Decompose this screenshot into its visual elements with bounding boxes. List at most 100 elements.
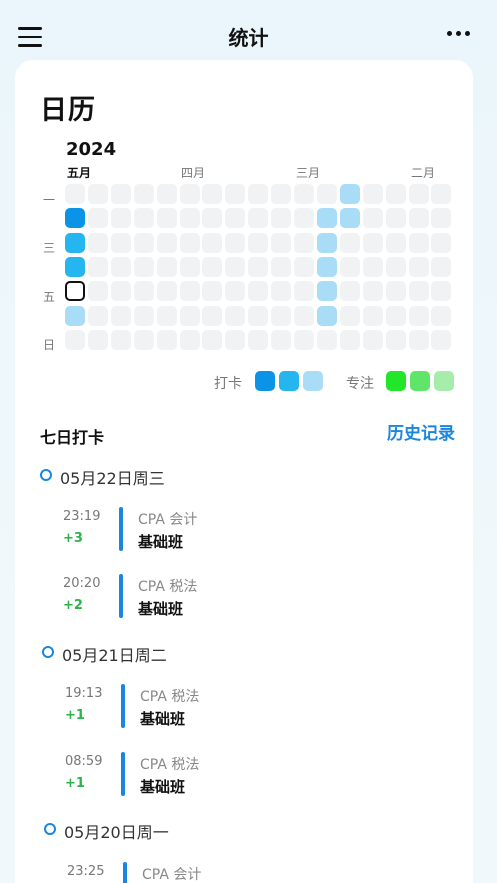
heatmap-cell[interactable] <box>202 256 223 277</box>
heatmap-cell[interactable] <box>87 281 108 302</box>
heatmap-cell[interactable] <box>294 305 314 326</box>
heatmap-cell[interactable] <box>156 184 177 204</box>
heatmap-cell[interactable] <box>294 329 314 350</box>
heatmap-cell[interactable] <box>110 329 131 350</box>
heatmap-cell[interactable] <box>110 256 131 277</box>
heatmap-cell[interactable] <box>110 305 131 326</box>
heatmap-cell[interactable] <box>385 256 406 277</box>
heatmap-cell-active[interactable] <box>316 305 337 326</box>
heatmap-cell[interactable] <box>271 281 292 302</box>
heatmap-cell[interactable] <box>87 232 108 253</box>
heatmap-cell-active[interactable] <box>316 232 337 253</box>
heatmap-cell[interactable] <box>133 305 154 326</box>
heatmap-cell[interactable] <box>385 232 406 253</box>
heatmap-cell[interactable] <box>408 232 429 253</box>
heatmap-cell[interactable] <box>87 305 108 326</box>
heatmap-cell-active[interactable] <box>65 305 85 326</box>
heatmap-cell[interactable] <box>385 281 406 302</box>
checkin-entry[interactable]: 20:20 +2 CPA 税法 基础班 <box>63 574 363 620</box>
heatmap-cell[interactable] <box>133 256 154 277</box>
heatmap-cell[interactable] <box>179 232 200 253</box>
heatmap-cell[interactable] <box>362 256 383 277</box>
heatmap-cell-active[interactable] <box>316 281 337 302</box>
heatmap-cell[interactable] <box>294 281 314 302</box>
heatmap-cell[interactable] <box>271 208 292 229</box>
heatmap-cell[interactable] <box>65 184 85 204</box>
heatmap-cell-active[interactable] <box>65 256 85 277</box>
heatmap-cell[interactable] <box>110 232 131 253</box>
heatmap-cell[interactable] <box>271 329 292 350</box>
heatmap-cell[interactable] <box>202 329 223 350</box>
history-records-link[interactable]: 历史记录 <box>387 419 455 444</box>
heatmap-cell[interactable] <box>156 305 177 326</box>
heatmap-cell[interactable] <box>248 305 269 326</box>
heatmap-cell-today[interactable] <box>65 281 85 302</box>
heatmap-cell[interactable] <box>362 329 383 350</box>
heatmap-cell[interactable] <box>133 329 154 350</box>
heatmap-cell[interactable] <box>271 184 292 204</box>
heatmap-cell[interactable] <box>179 208 200 229</box>
heatmap-cell[interactable] <box>225 184 246 204</box>
heatmap-cell[interactable] <box>179 256 200 277</box>
heatmap-cell-active[interactable] <box>65 232 85 253</box>
heatmap-cell[interactable] <box>385 184 406 204</box>
heatmap-cell[interactable] <box>248 329 269 350</box>
heatmap-cell[interactable] <box>362 305 383 326</box>
heatmap-cell[interactable] <box>133 232 154 253</box>
heatmap-cell[interactable] <box>408 281 429 302</box>
checkin-entry[interactable]: 23:25 CPA 会计 <box>67 862 367 883</box>
heatmap-cell[interactable] <box>362 281 383 302</box>
heatmap-cell[interactable] <box>431 208 452 229</box>
heatmap-cell[interactable] <box>202 232 223 253</box>
heatmap-cell[interactable] <box>339 232 360 253</box>
heatmap-cell[interactable] <box>408 305 429 326</box>
heatmap-cell[interactable] <box>87 256 108 277</box>
heatmap-cell[interactable] <box>294 256 314 277</box>
heatmap-cell[interactable] <box>110 208 131 229</box>
heatmap-cell[interactable] <box>248 184 269 204</box>
heatmap-cell[interactable] <box>339 281 360 302</box>
heatmap-cell[interactable] <box>271 305 292 326</box>
heatmap-cell[interactable] <box>294 208 314 229</box>
heatmap-cell[interactable] <box>156 329 177 350</box>
heatmap-cell[interactable] <box>408 329 429 350</box>
heatmap-cell[interactable] <box>179 184 200 204</box>
heatmap-cell[interactable] <box>202 184 223 204</box>
checkin-entry[interactable]: 23:19 +3 CPA 会计 基础班 <box>63 507 363 553</box>
heatmap-cell-active[interactable] <box>316 256 337 277</box>
heatmap-cell[interactable] <box>316 184 337 204</box>
heatmap-cell[interactable] <box>248 256 269 277</box>
heatmap-cell[interactable] <box>202 208 223 229</box>
heatmap-cell[interactable] <box>385 208 406 229</box>
heatmap-cell[interactable] <box>225 208 246 229</box>
heatmap-cell[interactable] <box>179 305 200 326</box>
heatmap-cell[interactable] <box>385 305 406 326</box>
heatmap-cell[interactable] <box>87 184 108 204</box>
heatmap-cell-active[interactable] <box>339 184 360 204</box>
heatmap-cell[interactable] <box>156 232 177 253</box>
checkin-entry[interactable]: 08:59 +1 CPA 税法 基础班 <box>65 752 365 798</box>
heatmap-cell[interactable] <box>202 281 223 302</box>
heatmap-cell[interactable] <box>65 329 85 350</box>
heatmap-cell[interactable] <box>431 329 452 350</box>
heatmap-cell-active[interactable] <box>316 208 337 229</box>
heatmap-cell[interactable] <box>133 208 154 229</box>
heatmap-cell[interactable] <box>87 208 108 229</box>
heatmap-cell[interactable] <box>110 184 131 204</box>
heatmap-cell[interactable] <box>362 184 383 204</box>
heatmap-cell[interactable] <box>225 305 246 326</box>
heatmap-cell[interactable] <box>408 256 429 277</box>
heatmap-cell-active[interactable] <box>65 208 85 229</box>
heatmap-cell[interactable] <box>133 184 154 204</box>
heatmap-cell[interactable] <box>408 184 429 204</box>
heatmap-cell[interactable] <box>225 256 246 277</box>
heatmap-cell[interactable] <box>408 208 429 229</box>
heatmap-cell[interactable] <box>202 305 223 326</box>
heatmap-cell[interactable] <box>248 281 269 302</box>
heatmap-cell[interactable] <box>110 281 131 302</box>
heatmap-cell[interactable] <box>339 256 360 277</box>
heatmap-cell[interactable] <box>225 281 246 302</box>
heatmap-cell[interactable] <box>225 329 246 350</box>
heatmap-cell-active[interactable] <box>339 208 360 229</box>
heatmap-cell[interactable] <box>362 232 383 253</box>
